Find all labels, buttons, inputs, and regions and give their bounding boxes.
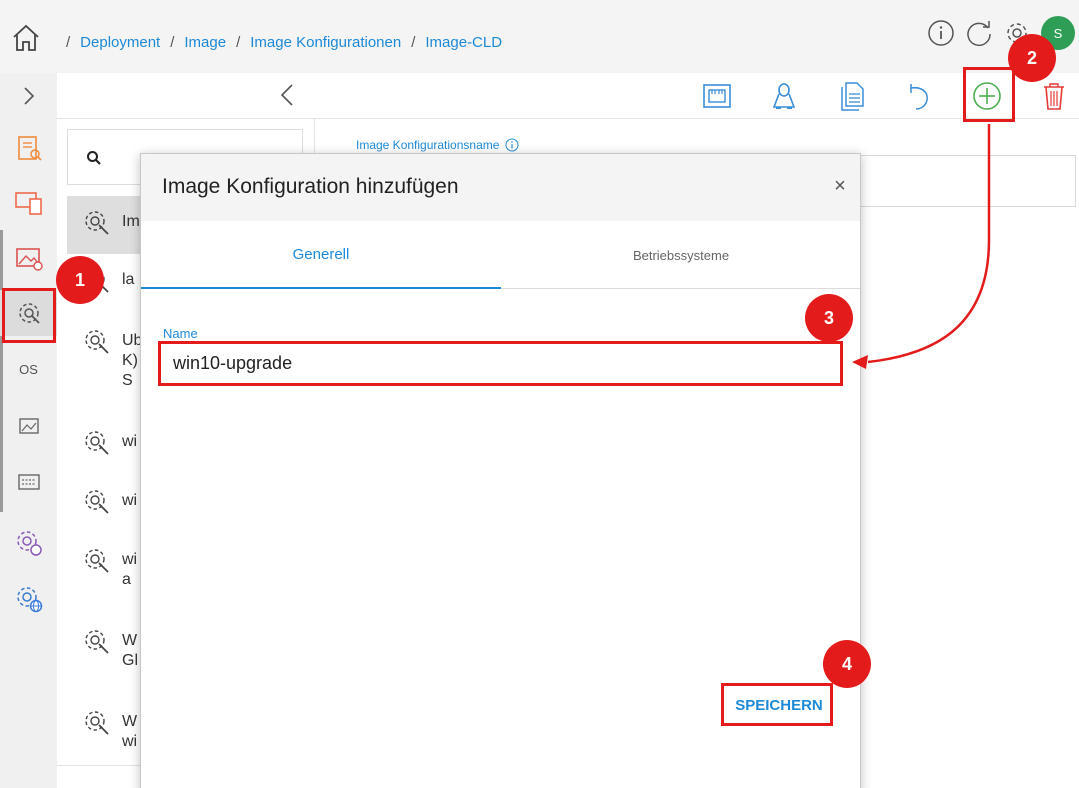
step-badge-2: 2 <box>1008 34 1056 82</box>
step-badge-4: 4 <box>823 640 871 688</box>
step-badge-1: 1 <box>56 256 104 304</box>
annotation-arrow <box>852 124 991 369</box>
step-badge-3: 3 <box>805 294 853 342</box>
